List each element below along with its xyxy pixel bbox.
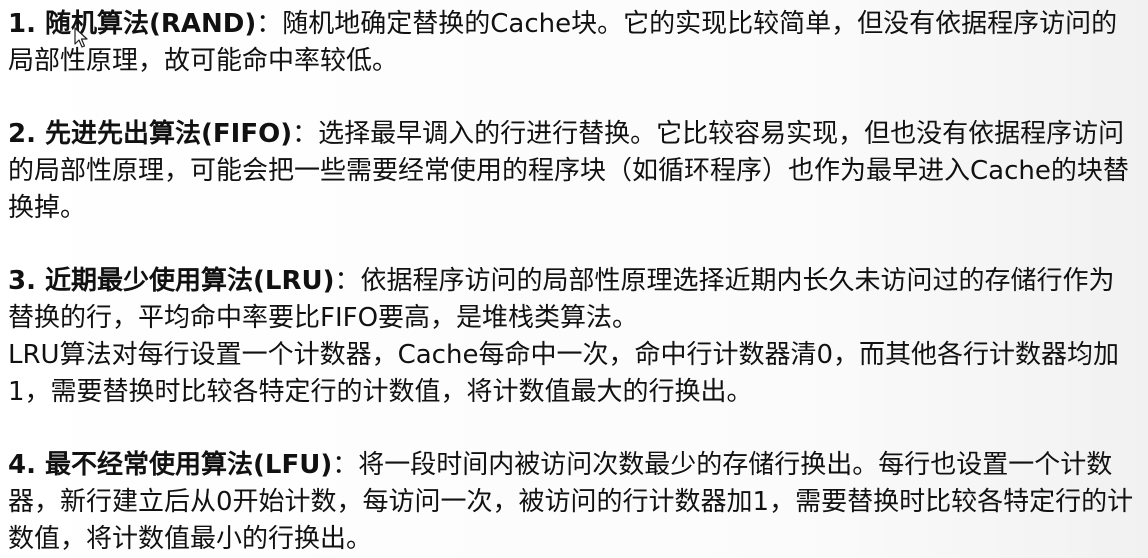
section-heading: 4. 最不经常使用算法(LFU) (8, 450, 333, 480)
section-text: LRU算法对每行设置一个计数器，Cache每命中一次，命中行计数器清0，而其他各… (8, 340, 1119, 407)
section-rand: 1. 随机算法(RAND)：随机地确定替换的Cache块。它的实现比较简单，但没… (8, 6, 1140, 80)
section-heading: 2. 先进先出算法(FIFO) (8, 119, 293, 149)
document-page: 1. 随机算法(RAND)：随机地确定替换的Cache块。它的实现比较简单，但没… (0, 0, 1148, 554)
paragraph: 4. 最不经常使用算法(LFU)：将一段时间内被访问次数最少的存储行换出。每行也… (8, 447, 1140, 558)
paragraph: LRU算法对每行设置一个计数器，Cache每命中一次，命中行计数器清0，而其他各… (8, 337, 1140, 411)
section-fifo: 2. 先进先出算法(FIFO)：选择最早调入的行进行替换。它比较容易实现，但也没… (8, 116, 1140, 227)
section-heading: 3. 近期最少使用算法(LRU) (8, 266, 335, 296)
mouse-pointer-icon (74, 27, 88, 48)
section-lru: 3. 近期最少使用算法(LRU)：依据程序访问的局部性原理选择近期内长久未访问过… (8, 263, 1140, 411)
paragraph: 2. 先进先出算法(FIFO)：选择最早调入的行进行替换。它比较容易实现，但也没… (8, 116, 1140, 227)
section-lfu: 4. 最不经常使用算法(LFU)：将一段时间内被访问次数最少的存储行换出。每行也… (8, 447, 1140, 558)
paragraph: 3. 近期最少使用算法(LRU)：依据程序访问的局部性原理选择近期内长久未访问过… (8, 263, 1140, 337)
paragraph: 1. 随机算法(RAND)：随机地确定替换的Cache块。它的实现比较简单，但没… (8, 6, 1140, 80)
section-heading: 1. 随机算法(RAND) (8, 9, 257, 39)
